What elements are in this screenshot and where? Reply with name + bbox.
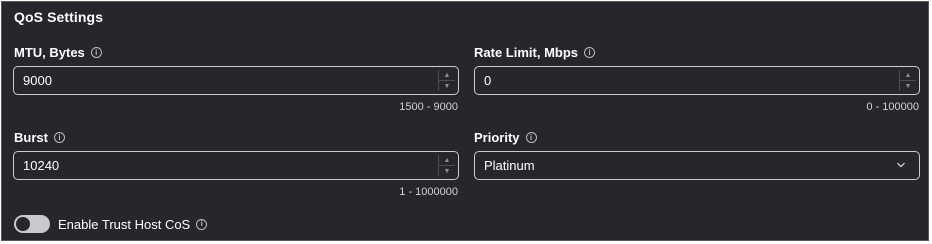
priority-select[interactable]: Platinum [474, 151, 920, 180]
rate-limit-input[interactable] [475, 67, 895, 94]
priority-label-row: Priority i [474, 130, 537, 145]
burst-input[interactable] [14, 152, 434, 179]
spin-up-icon[interactable]: ▲ [900, 70, 916, 80]
trust-host-cos-label-row: Enable Trust Host CoS i [58, 216, 208, 232]
info-icon[interactable]: i [525, 132, 537, 143]
info-icon[interactable]: i [53, 132, 65, 143]
spin-up-icon[interactable]: ▲ [439, 155, 455, 165]
mtu-spinner: ▲ ▼ [438, 70, 455, 91]
priority-label: Priority [474, 130, 520, 145]
mtu-label: MTU, Bytes [14, 45, 85, 60]
mtu-field[interactable]: ▲ ▼ [13, 66, 459, 95]
rate-limit-spinner: ▲ ▼ [899, 70, 916, 91]
mtu-range: 1500 - 9000 [399, 101, 458, 113]
mtu-label-row: MTU, Bytes i [14, 45, 102, 60]
info-icon[interactable]: i [196, 218, 208, 230]
trust-host-cos-row: Enable Trust Host CoS i [14, 215, 208, 233]
rate-limit-label: Rate Limit, Mbps [474, 45, 579, 60]
rate-limit-field[interactable]: ▲ ▼ [474, 66, 920, 95]
qos-settings-panel: QoS Settings MTU, Bytes i ▲ ▼ 1500 - 900… [1, 1, 929, 241]
burst-spinner: ▲ ▼ [438, 155, 455, 176]
spin-up-icon[interactable]: ▲ [439, 70, 455, 80]
trust-host-cos-toggle[interactable] [14, 215, 50, 233]
priority-selected-value: Platinum [484, 158, 535, 173]
burst-field[interactable]: ▲ ▼ [13, 151, 459, 180]
mtu-input[interactable] [14, 67, 434, 94]
spin-down-icon[interactable]: ▼ [439, 165, 455, 176]
burst-label: Burst [14, 130, 48, 145]
spin-down-icon[interactable]: ▼ [900, 80, 916, 91]
burst-label-row: Burst i [14, 130, 65, 145]
burst-range: 1 - 1000000 [399, 186, 458, 198]
spin-down-icon[interactable]: ▼ [439, 80, 455, 91]
info-icon[interactable]: i [90, 47, 102, 58]
rate-limit-range: 0 - 100000 [866, 101, 919, 113]
toggle-knob [16, 217, 30, 231]
section-title: QoS Settings [14, 9, 104, 25]
rate-limit-label-row: Rate Limit, Mbps i [474, 45, 596, 60]
chevron-down-icon [897, 162, 905, 168]
trust-host-cos-label: Enable Trust Host CoS [58, 216, 191, 232]
info-icon[interactable]: i [584, 47, 596, 58]
